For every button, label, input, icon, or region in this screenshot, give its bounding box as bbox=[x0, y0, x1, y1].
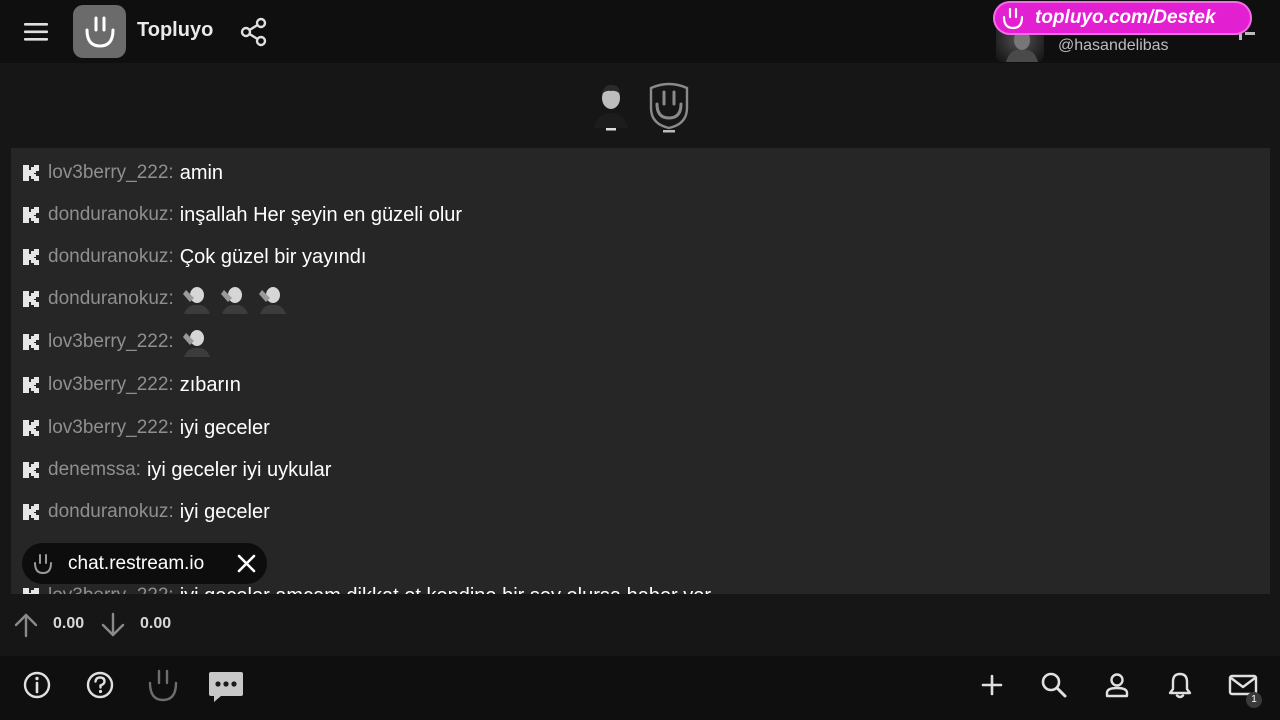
kick-platform-icon bbox=[23, 207, 39, 223]
search-icon[interactable] bbox=[1039, 670, 1069, 700]
user-icon[interactable] bbox=[1102, 670, 1132, 700]
chat-message: donduranokuz: bbox=[21, 285, 294, 314]
kick-platform-icon bbox=[23, 334, 39, 350]
chat-username[interactable]: lov3berry_222 bbox=[48, 162, 168, 184]
bottom-nav bbox=[0, 656, 1280, 720]
smiley-logo-icon bbox=[34, 553, 52, 574]
chat-username[interactable]: lov3berry_222 bbox=[48, 331, 168, 353]
restream-toast[interactable]: chat.restream.io bbox=[22, 543, 267, 584]
chat-username[interactable]: donduranokuz bbox=[48, 246, 168, 268]
smiley-logo-icon[interactable] bbox=[147, 669, 179, 703]
toast-text: chat.restream.io bbox=[68, 552, 205, 574]
chat-message: donduranokuz: Çok güzel bir yayındı bbox=[21, 243, 366, 271]
kick-platform-icon bbox=[23, 462, 39, 478]
vote-bar bbox=[0, 594, 1280, 656]
kick-platform-icon bbox=[23, 420, 39, 436]
app-logo[interactable] bbox=[73, 5, 126, 58]
chat-message: donduranokuz: iyi geceler bbox=[21, 498, 270, 526]
smiley-logo-icon bbox=[1002, 7, 1024, 30]
kick-platform-icon bbox=[23, 377, 39, 393]
arrow-up-icon[interactable] bbox=[13, 612, 39, 638]
smiley-logo-icon bbox=[85, 16, 114, 48]
share-icon[interactable] bbox=[239, 17, 269, 47]
chat-username[interactable]: denemssa bbox=[48, 459, 136, 481]
promo-text: topluyo.com/Destek bbox=[1035, 7, 1216, 28]
brand-badge-icon[interactable] bbox=[645, 80, 693, 134]
chat-bubble-icon[interactable] bbox=[207, 670, 245, 704]
chat-text: iyi geceler bbox=[179, 416, 270, 439]
chat-username[interactable]: lov3berry_222 bbox=[48, 417, 168, 439]
kick-platform-icon bbox=[23, 291, 39, 307]
upvote-count: 0.00 bbox=[53, 615, 85, 632]
promo-banner[interactable]: topluyo.com/Destek bbox=[993, 1, 1252, 35]
kick-platform-icon bbox=[23, 588, 39, 594]
chat-text: Çok güzel bir yayındı bbox=[179, 245, 367, 268]
facepalm-emote-icon bbox=[220, 287, 248, 314]
close-icon[interactable] bbox=[236, 553, 257, 574]
app-title: Topluyo bbox=[137, 19, 214, 41]
chat-panel[interactable]: lov3berry_222: amin donduranokuz: inşall… bbox=[11, 148, 1270, 594]
chat-message: denemssa: iyi geceler iyi uykular bbox=[21, 456, 331, 484]
chat-text: iyi geceler bbox=[179, 500, 270, 523]
mail-count-badge: 1 bbox=[1246, 692, 1262, 708]
chat-message: lov3berry_222: amin bbox=[21, 159, 223, 187]
facepalm-emote-icon bbox=[258, 287, 286, 314]
kick-platform-icon bbox=[23, 249, 39, 265]
bell-icon[interactable] bbox=[1165, 670, 1195, 700]
plus-icon[interactable] bbox=[977, 670, 1007, 700]
streamer-avatar[interactable] bbox=[592, 82, 630, 132]
menu-icon[interactable] bbox=[22, 19, 52, 45]
chat-username[interactable]: donduranokuz bbox=[48, 288, 168, 310]
kick-platform-icon bbox=[23, 165, 39, 181]
downvote-count: 0.00 bbox=[140, 615, 172, 632]
facepalm-emote-icon bbox=[182, 287, 210, 314]
arrow-down-icon[interactable] bbox=[100, 612, 126, 638]
facepalm-emote-icon bbox=[182, 330, 210, 357]
chat-username[interactable]: donduranokuz bbox=[48, 204, 168, 226]
chat-message: lov3berry_222: bbox=[21, 328, 218, 357]
help-icon[interactable] bbox=[85, 670, 115, 700]
chat-text: amin bbox=[179, 161, 224, 184]
chat-text: iyi geceler amcam dikkat et kendine bir … bbox=[180, 585, 711, 595]
chat-message: lov3berry_222: iyi geceler bbox=[21, 414, 270, 442]
chat-username[interactable]: lov3berry_222 bbox=[48, 585, 168, 594]
chat-text: inşallah Her şeyin en güzeli olur bbox=[179, 203, 463, 226]
kick-platform-icon bbox=[23, 504, 39, 520]
user-handle[interactable]: @hasandelibas bbox=[1058, 37, 1169, 55]
chat-text: iyi geceler iyi uykular bbox=[146, 458, 332, 481]
chat-username[interactable]: donduranokuz bbox=[48, 501, 168, 523]
chat-message: donduranokuz: inşallah Her şeyin en güze… bbox=[21, 201, 462, 229]
chat-username[interactable]: lov3berry_222 bbox=[48, 374, 168, 396]
chat-message: lov3berry_222: zıbarın bbox=[21, 371, 241, 399]
chat-text: zıbarın bbox=[179, 373, 241, 396]
info-icon[interactable] bbox=[22, 670, 52, 700]
